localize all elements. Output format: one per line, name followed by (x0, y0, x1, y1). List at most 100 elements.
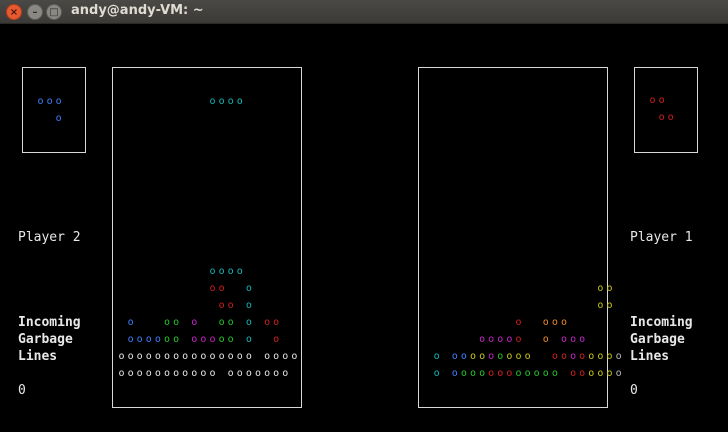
player2-board-block: o (136, 351, 143, 362)
player2-board-block: o (218, 300, 225, 311)
maximize-button[interactable]: □ (46, 4, 62, 20)
player1-board-block: o (560, 334, 568, 345)
player1-board-block: o (597, 368, 604, 379)
player2-board-block: o (264, 368, 271, 379)
player2-board-block: o (209, 368, 216, 379)
player1-board-block: o (451, 368, 458, 379)
player2-board-block: o (163, 317, 171, 328)
player1-board-block: o (597, 300, 604, 311)
player2-board-block: o (200, 368, 207, 379)
player1-board-block: o (606, 283, 613, 294)
player2-garbage-title-3: Lines (18, 349, 58, 364)
player1-board-block: o (533, 368, 540, 379)
player2-board-block: o (282, 368, 289, 379)
player2-board-block: o (182, 368, 189, 379)
player1-board-block: o (460, 368, 467, 379)
player2-board-block: o (145, 368, 152, 379)
player2-board-block: o (245, 351, 252, 362)
player2-board-block: o (273, 317, 280, 328)
player1-board-block: o (451, 351, 458, 362)
player1-board-block: o (551, 317, 558, 328)
player1-board-block: o (551, 351, 558, 362)
player2-board-block: o (227, 96, 234, 107)
minimize-button[interactable]: – (27, 4, 43, 20)
player2-next-block: o (46, 96, 53, 107)
player2-board-block: o (209, 334, 216, 345)
player2-name: Player 2 (18, 230, 81, 245)
player2-board-block: o (218, 96, 225, 107)
player2-garbage-title-1: Incoming (18, 315, 81, 330)
player1-board-block: o (615, 351, 622, 362)
player2-board-block: o (209, 351, 216, 362)
player1-board-block: o (551, 368, 558, 379)
player2-next-piece-box: oooo (22, 67, 86, 153)
player2-board-block: o (218, 334, 225, 345)
player1-board-block: o (515, 317, 522, 328)
player2-board-block: o (291, 351, 298, 362)
player1-board-block: o (588, 351, 595, 362)
player1-board-block: o (570, 351, 577, 362)
player1-board-block: o (497, 368, 504, 379)
terminal-area[interactable]: oooo ooooooooooooooooooooooooooooooooooo… (0, 24, 728, 432)
player2-board-block: o (245, 334, 252, 345)
player2-board-block: o (209, 283, 216, 294)
player1-board-block: o (506, 334, 513, 345)
player1-board-block: o (497, 334, 504, 345)
player1-next-block: o (658, 95, 665, 106)
player1-board-block: o (506, 351, 513, 362)
player2-board-block: o (264, 317, 271, 328)
player2-board-block: o (173, 368, 180, 379)
close-button[interactable]: × (6, 4, 22, 20)
player2-board-block: o (163, 351, 171, 362)
player1-next-piece-box: oooo (634, 67, 698, 153)
player2-board-block: o (245, 300, 252, 311)
player1-next-block: o (658, 112, 665, 123)
player2-board-block: o (154, 351, 161, 362)
player2-board-block: o (209, 96, 216, 107)
player2-board-block: o (163, 368, 171, 379)
player1-garbage-count: 0 (630, 383, 638, 398)
player2-board-block: o (273, 334, 280, 345)
player2-board-block: o (254, 368, 262, 379)
player2-board-block: o (209, 266, 216, 277)
player2-board-block: o (163, 334, 171, 345)
player2-board-block: o (245, 368, 252, 379)
player2-board-block: o (118, 368, 125, 379)
window-title: andy@andy-VM: ~ (71, 3, 204, 18)
player1-garbage-title-1: Incoming (630, 315, 693, 330)
player1-board-block: o (515, 351, 522, 362)
player1-board-block: o (497, 351, 504, 362)
player2-board-block: o (264, 351, 271, 362)
player2-board-block: o (127, 368, 134, 379)
player1-board-block: o (506, 368, 513, 379)
player1-board-block: o (524, 351, 531, 362)
player1-board-block: o (579, 334, 586, 345)
player2-board-block: o (245, 317, 252, 328)
player1-board-block: o (433, 351, 440, 362)
player1-board-block: o (597, 283, 604, 294)
player2-board-block: o (218, 317, 225, 328)
player2-garbage-title-2: Garbage (18, 332, 73, 347)
player2-board-block: o (136, 368, 143, 379)
player1-board-block: o (460, 351, 467, 362)
player1-board-block: o (560, 317, 568, 328)
player1-board-block: o (469, 368, 477, 379)
player2-board-block: o (236, 266, 243, 277)
player1-board-block: o (542, 334, 549, 345)
player1-board-block: o (597, 351, 604, 362)
player2-board-block: o (136, 334, 143, 345)
player2-board-block: o (236, 96, 243, 107)
player2-board-block: o (173, 351, 180, 362)
player1-board-block: o (588, 368, 595, 379)
player2-board-block: o (218, 266, 225, 277)
player2-board-block: o (227, 334, 234, 345)
player1-board: oooooooooooooooooooooooooooooooooooooooo… (418, 67, 622, 408)
player1-garbage-title-2: Garbage (630, 332, 685, 347)
player2-board-block: o (273, 368, 280, 379)
player2-board-block: o (191, 317, 198, 328)
player2-board-block: o (236, 368, 243, 379)
player1-next-block: o (667, 112, 674, 123)
player1-garbage-title-3: Lines (630, 349, 670, 364)
player2-next-block: o (55, 113, 62, 124)
player2-board-block: o (173, 334, 180, 345)
